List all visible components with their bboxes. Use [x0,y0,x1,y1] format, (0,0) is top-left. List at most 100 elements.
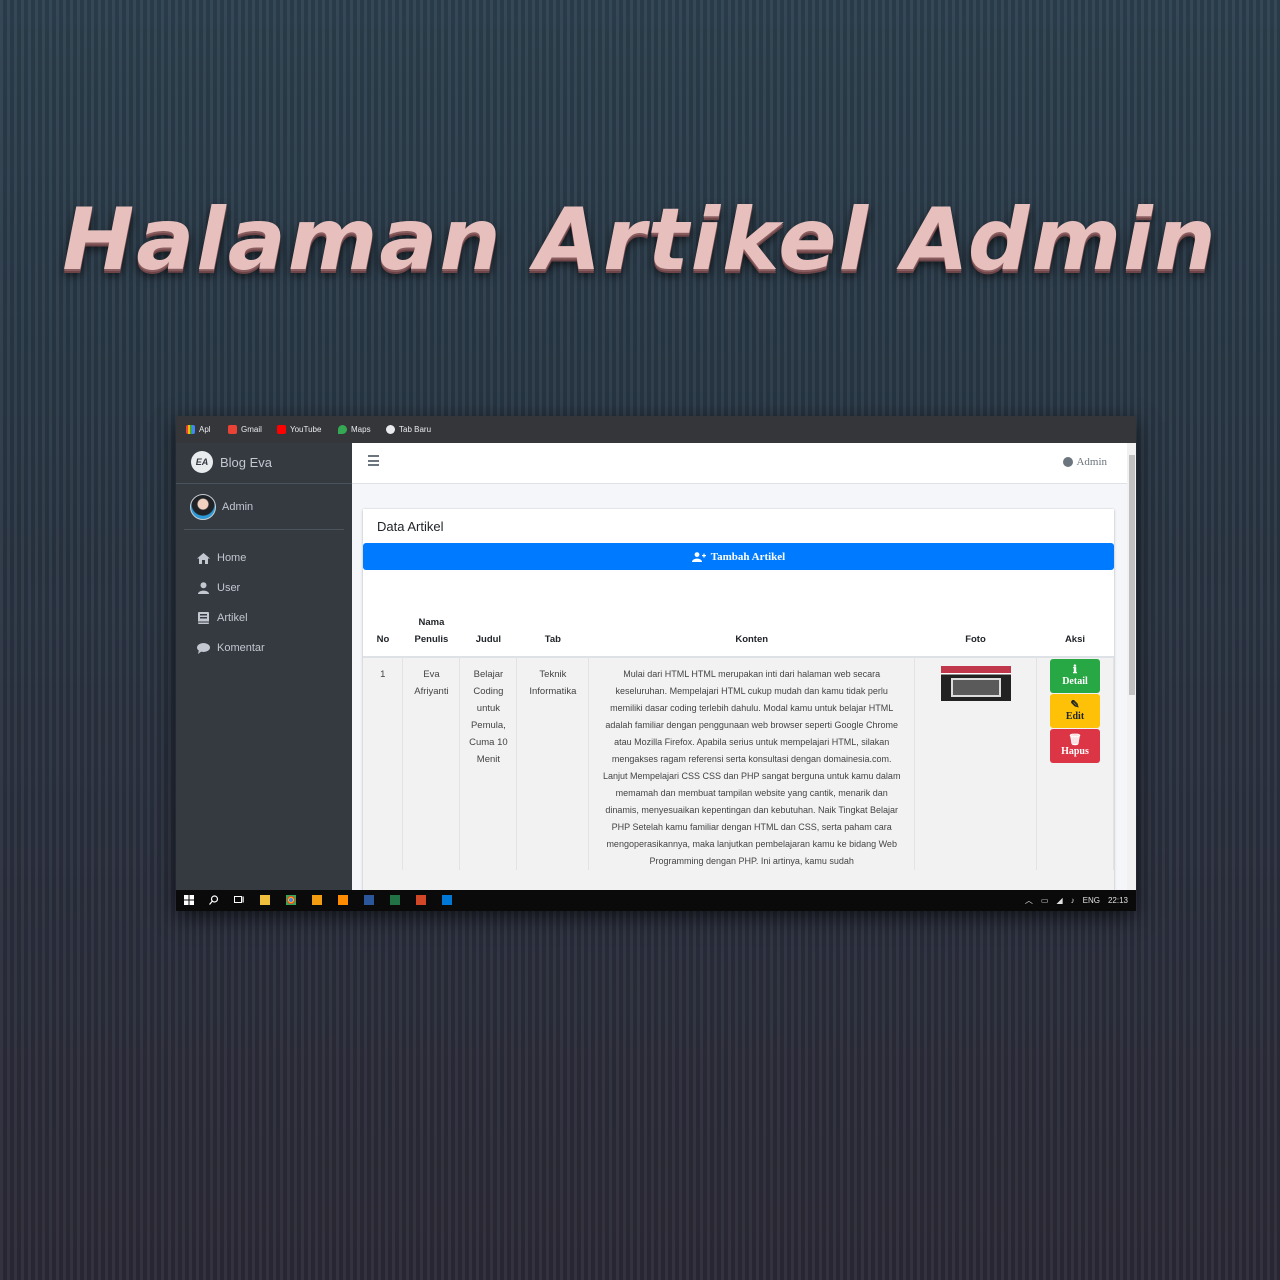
header-judul: Judul [459,604,517,658]
header-penulis: Nama Penulis [402,604,460,658]
detail-label: Detail [1062,676,1088,687]
user-icon [196,582,210,594]
edit-label: Edit [1065,711,1085,722]
user-name: Admin [222,501,254,513]
chrome-icon[interactable] [286,895,296,905]
header-aksi: Aksi [1036,604,1114,658]
info-icon: ℹ [1072,664,1078,676]
detail-button[interactable]: ℹ Detail [1049,659,1100,693]
bookmark-label: Maps [351,425,371,434]
sidebar-item-label: User [217,582,241,594]
cell-penulis: Eva Afriyanti [402,657,461,870]
sidebar-item-label: Komentar [217,642,265,654]
sidebar: EA Blog Eva Admin Home User Artikel Kome… [176,443,352,890]
header-konten: Konten [588,604,915,658]
bookmark-label: Apl [199,425,211,434]
sidebar-item-komentar[interactable]: Komentar [176,633,352,663]
volume-icon[interactable]: ♪ [1071,896,1075,905]
comment-icon [196,642,210,654]
header-foto: Foto [914,604,1037,658]
user-panel[interactable]: Admin [184,489,344,530]
language-indicator[interactable]: ENG [1083,896,1100,905]
app-icon[interactable] [442,895,452,905]
poster-title: Halaman Artikel Admin [62,190,1218,290]
youtube-icon [277,425,286,434]
bookmark-maps[interactable]: Maps [338,423,371,436]
admin-label: Admin [1076,456,1107,468]
card-title: Data Artikel [377,519,444,534]
cell-tab: Teknik Informatika [516,657,590,870]
sidebar-item-home[interactable]: Home [176,543,352,573]
battery-icon[interactable]: ▭ [1041,896,1049,905]
cell-konten: Mulai dari HTML HTML merupakan inti dari… [588,657,916,870]
header-no: No [363,604,403,658]
sidebar-nav: Home User Artikel Komentar [176,543,352,663]
pencil-icon: ✎ [1070,699,1080,711]
table-row: 1 Eva Afriyanti Belajar Coding untuk Pem… [363,657,1115,870]
articles-card: Data Artikel Tambah Artikel No Nama Penul… [363,509,1115,911]
home-icon [196,552,210,564]
brand-link[interactable]: EA Blog Eva [176,443,352,484]
trash-icon: 🗑 [1068,734,1082,746]
brand-text: Blog Eva [220,455,273,470]
system-tray: ︿ ▭ ◢ ♪ ENG 22:13 [1025,895,1128,906]
apps-grid-icon [186,425,195,434]
cell-no: 1 [363,657,404,870]
cell-aksi: ℹ Detail ✎ Edit 🗑 Hapus [1036,657,1115,870]
bookmark-label: Tab Baru [399,425,432,434]
brand-logo-icon: EA [191,451,213,473]
user-plus-icon [691,551,706,562]
globe-icon [386,425,395,434]
wifi-icon[interactable]: ◢ [1056,896,1062,905]
clock[interactable]: 22:13 [1108,896,1128,905]
screenshot-window: Apl Gmail YouTube Maps Tab Baru EA Blog … [176,416,1136,911]
cell-foto [914,657,1037,870]
avatar [190,494,216,520]
sublime-icon[interactable] [312,895,322,905]
maps-pin-icon [338,425,347,434]
cell-judul: Belajar Coding untuk Pemula, Cuma 10 Men… [459,657,518,870]
header-penulis-line1: Nama [418,617,445,628]
add-article-button[interactable]: Tambah Artikel [363,543,1114,570]
delete-button[interactable]: 🗑 Hapus [1049,729,1100,763]
edit-button[interactable]: ✎ Edit [1049,694,1100,728]
powerpoint-icon[interactable] [416,895,426,905]
bookmark-label: YouTube [290,425,322,434]
bookmark-label: Gmail [241,425,262,434]
search-icon[interactable] [209,895,219,905]
sidebar-item-label: Home [217,552,247,564]
header-penulis-line2: Penulis [414,634,449,645]
word-icon[interactable] [364,895,374,905]
windows-taskbar: ︿ ▭ ◢ ♪ ENG 22:13 [176,890,1136,911]
articles-table-wrapper: No Nama Penulis Judul Tab Konten Foto Aks… [363,604,1115,911]
sidebar-item-artikel[interactable]: Artikel [176,603,352,633]
sidebar-item-user[interactable]: User [176,573,352,603]
file-explorer-icon[interactable] [260,895,270,905]
header-tab: Tab [516,604,589,658]
article-thumbnail[interactable] [940,666,1011,701]
bookmark-youtube[interactable]: YouTube [277,423,321,436]
scroll-thumb[interactable] [1129,455,1135,695]
chevron-up-icon[interactable]: ︿ [1025,895,1033,906]
windows-start-icon[interactable] [184,895,194,905]
articles-table: No Nama Penulis Judul Tab Konten Foto Aks… [363,604,1115,870]
user-circle-icon [1063,457,1074,467]
table-header-row: No Nama Penulis Judul Tab Konten Foto Aks… [363,604,1114,658]
bookmark-apl[interactable]: Apl [186,423,211,436]
menu-toggle-icon[interactable] [368,455,379,466]
task-view-icon[interactable] [234,895,244,905]
add-article-label: Tambah Artikel [710,550,786,563]
main-content: Admin Data Artikel Tambah Artikel No Nam… [352,443,1127,911]
top-navbar: Admin [352,443,1127,484]
bookmarks-bar: Apl Gmail YouTube Maps Tab Baru [176,416,1136,444]
page-scrollbar[interactable] [1127,443,1136,890]
delete-label: Hapus [1061,746,1089,757]
sidebar-item-label: Artikel [217,612,248,624]
xampp-icon[interactable] [338,895,348,905]
gmail-icon [228,425,237,434]
bookmark-gmail[interactable]: Gmail [228,423,262,436]
excel-icon[interactable] [390,895,400,905]
bookmark-tab-baru[interactable]: Tab Baru [386,423,431,436]
book-icon [196,612,210,624]
admin-menu[interactable]: Admin [1063,456,1107,468]
